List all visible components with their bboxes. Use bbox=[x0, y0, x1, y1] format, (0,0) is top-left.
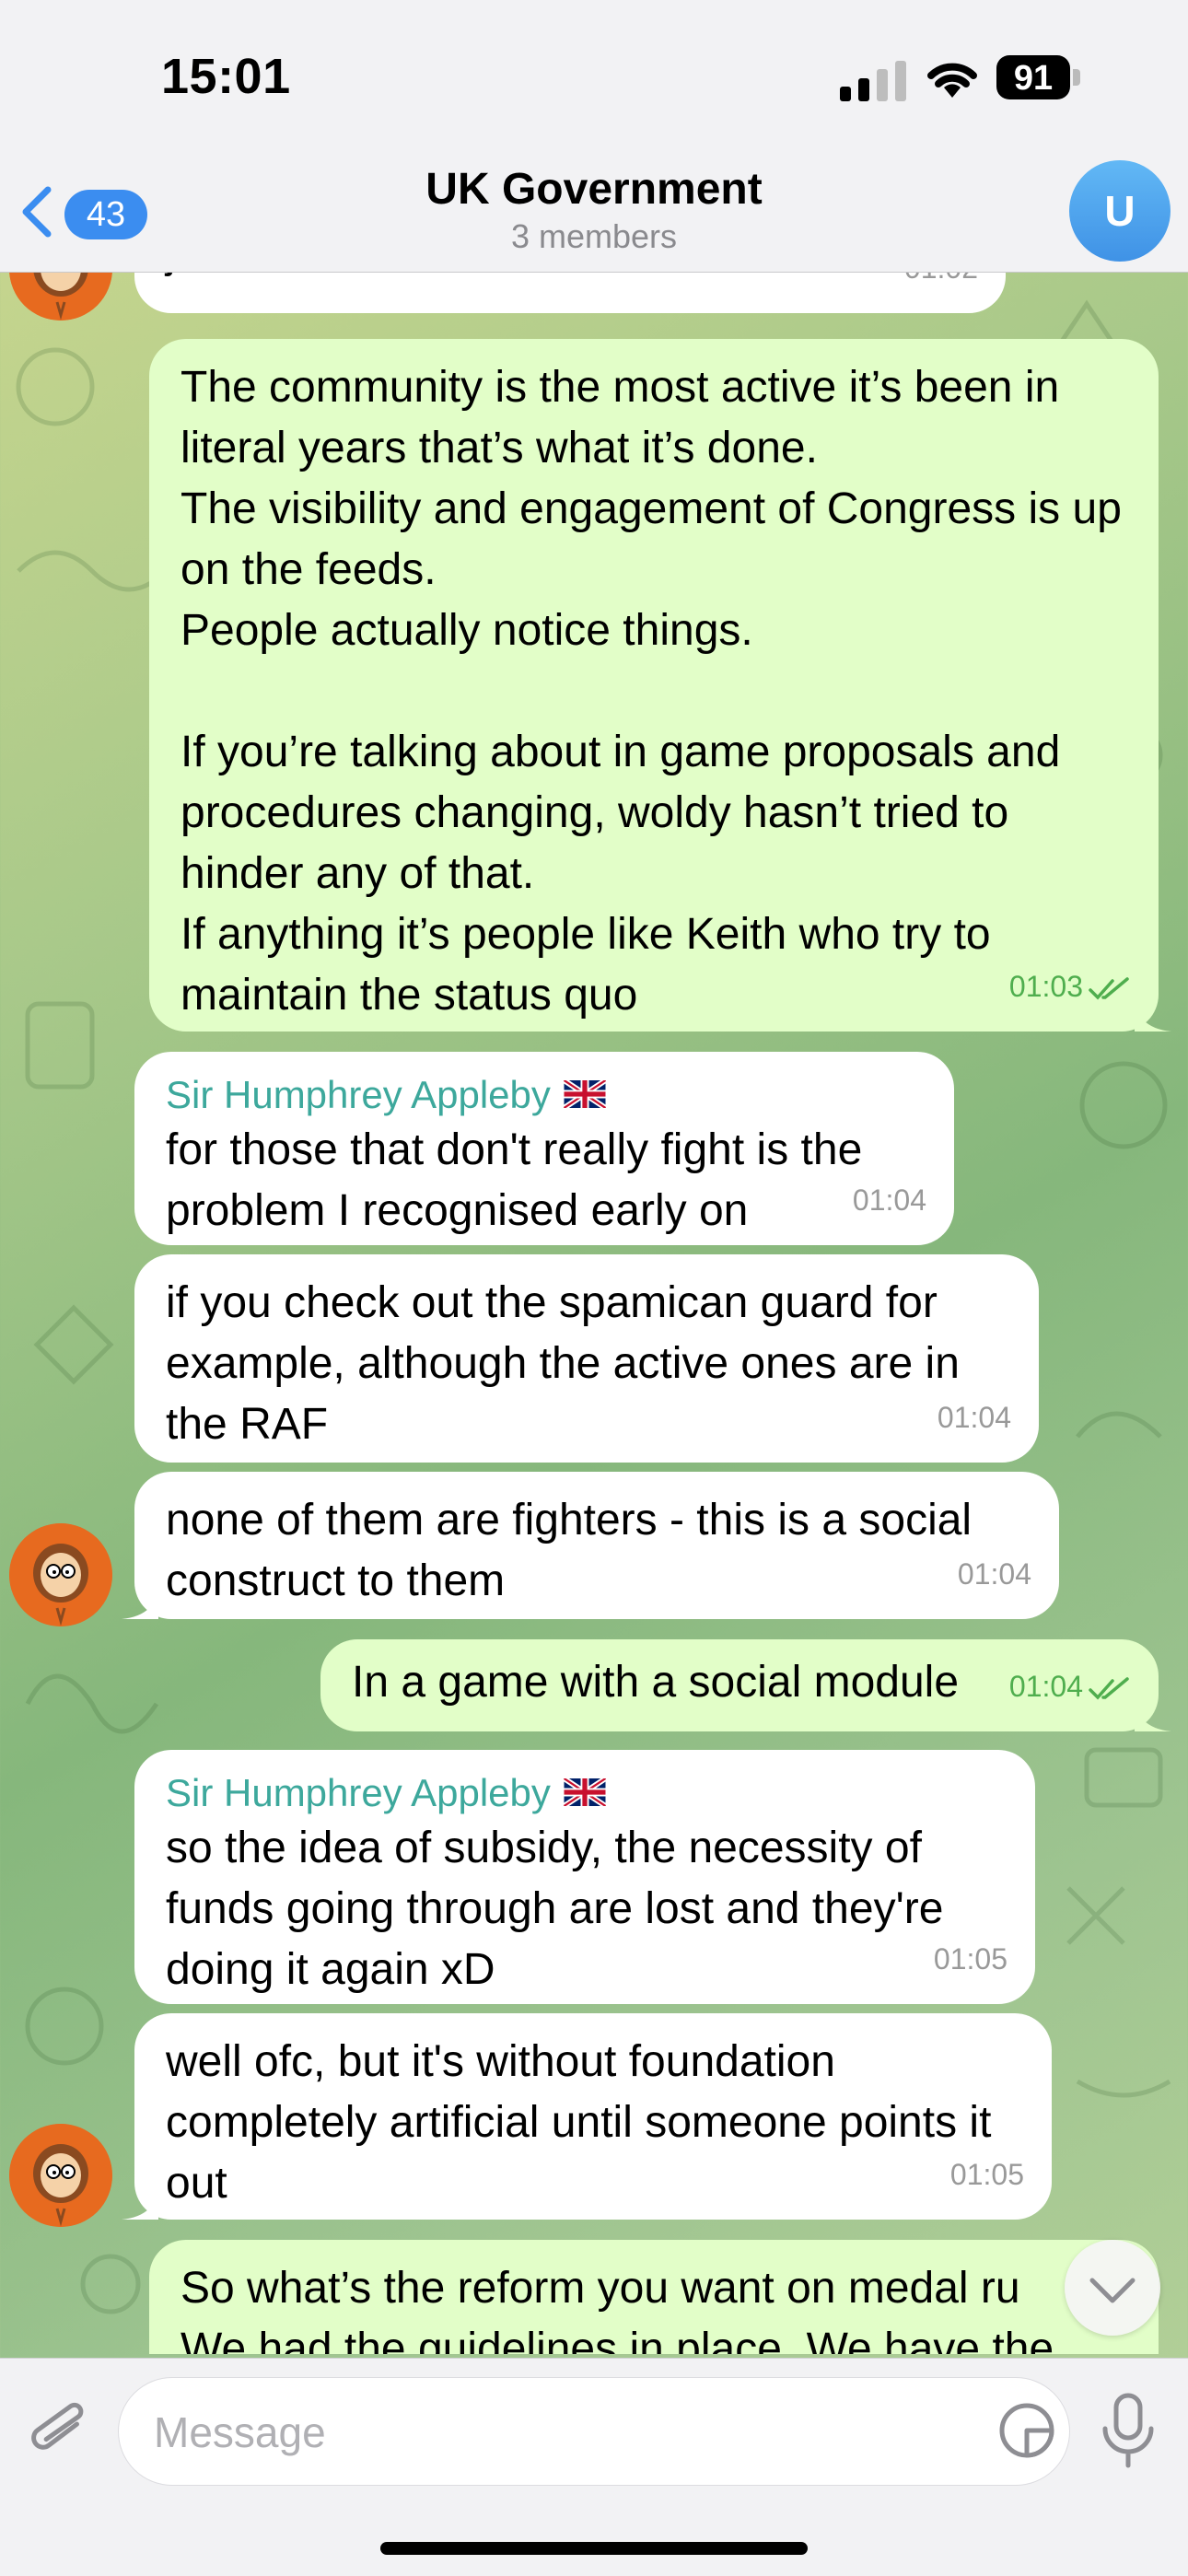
sender-avatar[interactable] bbox=[9, 1523, 112, 1626]
microphone-icon[interactable] bbox=[1096, 2392, 1160, 2471]
message-bubble-incoming[interactable]: Sir Humphrey Appleby so the idea of subs… bbox=[134, 1750, 1035, 2004]
message-bubble-incoming[interactable]: none of them are fighters - this is a so… bbox=[122, 1472, 1059, 1619]
double-check-icon bbox=[1089, 1676, 1129, 1700]
bubble-tail bbox=[122, 2183, 158, 2220]
message-text: In a game with a social module bbox=[352, 1658, 960, 1707]
status-time: 15:01 bbox=[161, 49, 291, 104]
chat-title[interactable]: UK Government bbox=[0, 164, 1188, 215]
kenny-avatar-icon bbox=[9, 1523, 112, 1626]
message-time: 01:02 bbox=[904, 273, 978, 298]
message-bubble-outgoing[interactable]: So what’s the reform you want on medal r… bbox=[149, 2240, 1159, 2354]
cellular-signal-icon bbox=[840, 61, 906, 101]
message-bubble-outgoing[interactable]: The community is the most active it’s be… bbox=[149, 339, 1171, 1032]
message-text: none of them are fighters - this is a so… bbox=[166, 1496, 973, 1605]
message-text: The community is the most active it’s be… bbox=[181, 363, 1122, 1020]
message-text: if you check out the spamican guard for … bbox=[166, 1278, 960, 1449]
double-check-icon bbox=[1089, 976, 1129, 1000]
message-text: well ofc, but it's without foundation co… bbox=[166, 2037, 992, 2208]
bubble-tail bbox=[1135, 995, 1171, 1032]
message-list[interactable]: just bells and whisles 01:02 The communi… bbox=[0, 273, 1188, 2354]
battery-icon: 91 bbox=[996, 55, 1081, 103]
message-time: 01:04 bbox=[852, 1183, 926, 1217]
message-bubble-incoming[interactable]: Sir Humphrey Appleby for those that don'… bbox=[134, 1052, 954, 1245]
sender-avatar[interactable] bbox=[9, 2124, 112, 2227]
home-indicator[interactable] bbox=[380, 2542, 808, 2555]
sender-name[interactable]: Sir Humphrey Appleby bbox=[166, 1070, 923, 1120]
message-text: for those that don't really fight is the… bbox=[166, 1125, 863, 1235]
message-input[interactable] bbox=[152, 2378, 984, 2487]
uk-flag-icon bbox=[563, 1079, 606, 1108]
uk-flag-icon bbox=[563, 1778, 606, 1806]
kenny-avatar-icon bbox=[9, 273, 112, 321]
message-field[interactable] bbox=[118, 2377, 1070, 2487]
message-bubble-incoming[interactable]: just bells and whisles 01:02 bbox=[134, 273, 1006, 313]
message-bubble-outgoing[interactable]: In a game with a social module 01:04 bbox=[320, 1639, 1171, 1731]
group-avatar[interactable]: U bbox=[1069, 160, 1171, 262]
wifi-icon bbox=[927, 63, 977, 98]
battery-level: 91 bbox=[1013, 59, 1054, 98]
sticker-icon[interactable] bbox=[995, 2398, 1059, 2463]
kenny-avatar-icon bbox=[9, 2124, 112, 2227]
message-meta: 01:03 bbox=[1009, 956, 1131, 1017]
message-time: 01:05 bbox=[949, 2158, 1024, 2191]
message-bubble-incoming[interactable]: well ofc, but it's without foundation co… bbox=[122, 2013, 1052, 2220]
message-text: just bells and whisles bbox=[166, 273, 581, 284]
sender-name[interactable]: Sir Humphrey Appleby bbox=[166, 1768, 1004, 1818]
paperclip-icon[interactable] bbox=[28, 2394, 92, 2467]
sender-name-text: Sir Humphrey Appleby bbox=[166, 1771, 551, 1814]
message-time: 01:05 bbox=[933, 1942, 1007, 1976]
bubble-tail bbox=[122, 1582, 158, 1619]
bubble-tail bbox=[1135, 1695, 1171, 1731]
message-time: 01:04 bbox=[937, 1401, 1011, 1434]
sender-name-text: Sir Humphrey Appleby bbox=[166, 1073, 551, 1116]
message-time: 01:03 bbox=[1008, 970, 1083, 1003]
chat-member-count: 3 members bbox=[510, 217, 678, 255]
message-time: 01:04 bbox=[957, 1557, 1031, 1591]
chevron-down-icon bbox=[1089, 2278, 1136, 2303]
chat-header: 43 UK Government 3 members U bbox=[0, 157, 1188, 273]
message-text: So what’s the reform you want on medal r… bbox=[181, 2264, 1054, 2354]
scroll-to-bottom-button[interactable] bbox=[1065, 2240, 1160, 2336]
sender-avatar[interactable] bbox=[9, 273, 112, 321]
message-bubble-incoming[interactable]: if you check out the spamican guard for … bbox=[134, 1254, 1039, 1463]
status-bar: 15:01 91 bbox=[0, 0, 1188, 157]
message-meta: 01:04 bbox=[1009, 1656, 1131, 1717]
message-text: so the idea of subsidy, the necessity of… bbox=[166, 1824, 944, 1994]
message-time: 01:04 bbox=[1008, 1670, 1083, 1703]
